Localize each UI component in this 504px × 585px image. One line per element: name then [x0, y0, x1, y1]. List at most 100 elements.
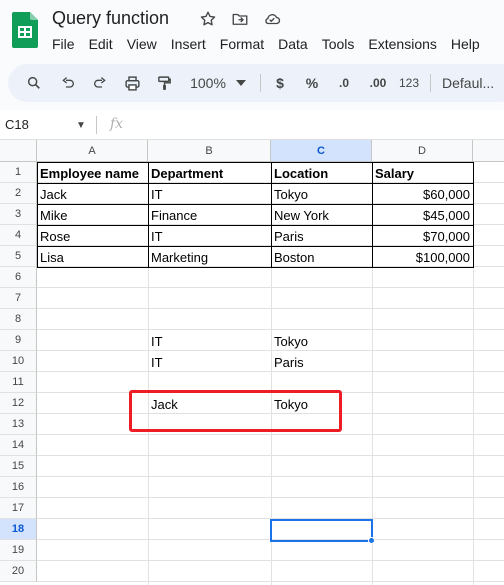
cell-b10[interactable]: IT [148, 352, 271, 373]
row-header-3[interactable]: 3 [0, 204, 37, 225]
more-formats-button[interactable]: 123 [396, 64, 422, 102]
grid-line [37, 287, 504, 288]
decrease-decimal-button[interactable]: .0 [332, 64, 356, 102]
menu-insert[interactable]: Insert [171, 36, 206, 52]
row-header-17[interactable]: 17 [0, 498, 37, 519]
name-box[interactable]: C18 [5, 117, 29, 132]
row-header-12[interactable]: 12 [0, 393, 37, 414]
cell-b4[interactable]: IT [148, 226, 271, 247]
cell-c1[interactable]: Location [271, 163, 372, 184]
grid-line [37, 581, 504, 582]
cell-c3[interactable]: New York [271, 205, 372, 226]
menu-tools[interactable]: Tools [322, 36, 355, 52]
menu-file[interactable]: File [52, 36, 75, 52]
cell-d5[interactable]: $100,000 [372, 247, 473, 268]
cell-c4[interactable]: Paris [271, 226, 372, 247]
menu-help[interactable]: Help [451, 36, 480, 52]
cell-d1[interactable]: Salary [372, 163, 473, 184]
name-box-caret-icon[interactable]: ▼ [76, 120, 86, 131]
search-menus-icon[interactable] [22, 64, 46, 102]
grid-line [37, 455, 504, 456]
row-header-16[interactable]: 16 [0, 477, 37, 498]
menu-data[interactable]: Data [278, 36, 308, 52]
print-icon[interactable] [120, 64, 144, 102]
column-header-d[interactable]: D [372, 140, 473, 162]
format-currency-button[interactable]: $ [270, 64, 290, 102]
grid-line [37, 560, 504, 561]
format-percent-button[interactable]: % [302, 64, 322, 102]
sheets-logo-icon[interactable] [12, 12, 38, 48]
row-header-14[interactable]: 14 [0, 435, 37, 456]
grid-line [37, 476, 504, 477]
cell-b5[interactable]: Marketing [148, 247, 271, 268]
cell-a2[interactable]: Jack [37, 184, 148, 205]
row-header-19[interactable]: 19 [0, 540, 37, 561]
undo-icon[interactable] [56, 64, 80, 102]
cell-a3[interactable]: Mike [37, 205, 148, 226]
toolbar: 100% $ % .0 .00 123 Defaul... [8, 64, 504, 102]
cell-b1[interactable]: Department [148, 163, 271, 184]
row-header-6[interactable]: 6 [0, 267, 37, 288]
grid-line [37, 434, 504, 435]
column-header-b[interactable]: B [148, 140, 271, 162]
cell-a4[interactable]: Rose [37, 226, 148, 247]
row-header-2[interactable]: 2 [0, 183, 37, 204]
fx-icon: fx [110, 116, 124, 132]
cell-c5[interactable]: Boston [271, 247, 372, 268]
cell-c2[interactable]: Tokyo [271, 184, 372, 205]
column-header-e[interactable] [473, 140, 504, 162]
row-header-7[interactable]: 7 [0, 288, 37, 309]
zoom-value: 100% [190, 75, 226, 91]
row-header-15[interactable]: 15 [0, 456, 37, 477]
cell-c10[interactable]: Paris [271, 352, 372, 373]
column-header-a[interactable]: A [37, 140, 148, 162]
cell-b2[interactable]: IT [148, 184, 271, 205]
menu-view[interactable]: View [127, 36, 157, 52]
font-select[interactable]: Defaul... [442, 64, 504, 102]
cell-a1[interactable]: Employee name [37, 163, 148, 184]
cell-b9[interactable]: IT [148, 331, 271, 352]
row-header-1[interactable]: 1 [0, 162, 37, 183]
row-header-10[interactable]: 10 [0, 351, 37, 372]
cell-d3[interactable]: $45,000 [372, 205, 473, 226]
title-bar: Query function File Edit View Insert For… [0, 0, 504, 60]
row-header-20[interactable]: 20 [0, 561, 37, 582]
formula-bar: C18 ▼ fx [0, 110, 504, 140]
row-header-4[interactable]: 4 [0, 225, 37, 246]
cloud-saved-icon[interactable] [262, 9, 282, 29]
sheet-grid[interactable]: A B C D 1 2 3 4 5 6 7 8 9 10 11 12 13 14 15 16 17 18 19 20 … [0, 140, 504, 585]
selected-cell-c18[interactable] [270, 519, 373, 542]
row-header-5[interactable]: 5 [0, 246, 37, 267]
cell-b3[interactable]: Finance [148, 205, 271, 226]
row-header-11[interactable]: 11 [0, 372, 37, 393]
cell-d4[interactable]: $70,000 [372, 226, 473, 247]
zoom-caret-icon[interactable] [234, 64, 248, 102]
row-header-9[interactable]: 9 [0, 330, 37, 351]
menu-extensions[interactable]: Extensions [368, 36, 436, 52]
cell-d2[interactable]: $60,000 [372, 184, 473, 205]
row-header-18[interactable]: 18 [0, 519, 37, 540]
document-title[interactable]: Query function [52, 8, 169, 29]
move-to-folder-icon[interactable] [230, 9, 250, 29]
cell-c9[interactable]: Tokyo [271, 331, 372, 352]
column-header-c[interactable]: C [271, 140, 372, 162]
row-header-13[interactable]: 13 [0, 414, 37, 435]
menu-bar: File Edit View Insert Format Data Tools … [52, 36, 494, 52]
toolbar-divider [260, 74, 261, 92]
menu-format[interactable]: Format [220, 36, 264, 52]
highlight-annotation-box [129, 390, 342, 432]
zoom-select[interactable]: 100% [186, 64, 230, 102]
increase-decimal-button[interactable]: .00 [364, 64, 392, 102]
star-icon[interactable] [198, 9, 218, 29]
redo-icon[interactable] [88, 64, 112, 102]
fill-handle[interactable] [368, 537, 375, 544]
formula-bar-divider [96, 116, 97, 134]
grid-line [37, 497, 504, 498]
paint-format-icon[interactable] [152, 64, 176, 102]
toolbar-divider [430, 74, 431, 92]
row-header-8[interactable]: 8 [0, 309, 37, 330]
menu-edit[interactable]: Edit [89, 36, 113, 52]
select-all-corner[interactable] [0, 140, 37, 162]
grid-line [37, 308, 504, 309]
cell-a5[interactable]: Lisa [37, 247, 148, 268]
